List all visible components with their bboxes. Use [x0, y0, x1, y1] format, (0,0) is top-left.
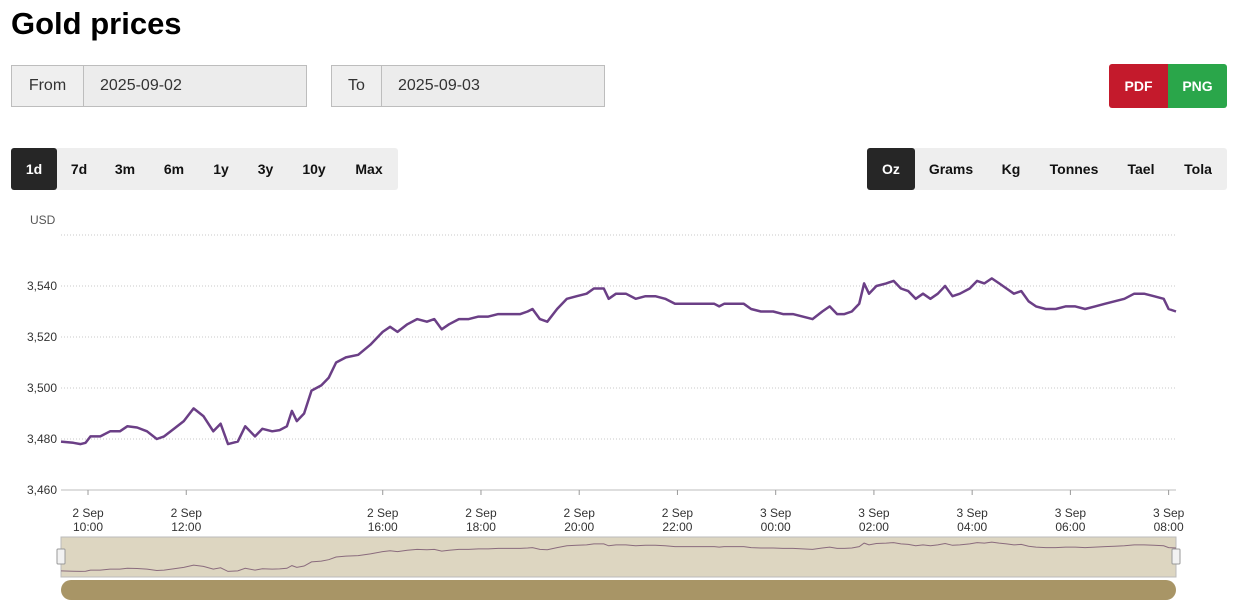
unit-tab-tonnes[interactable]: Tonnes: [1035, 148, 1113, 190]
y-tick-label: 3,540: [27, 279, 57, 293]
unit-tab-grams[interactable]: Grams: [915, 148, 987, 190]
x-tick-date: 3 Sep: [1153, 506, 1185, 520]
x-tick-time: 02:00: [859, 520, 889, 534]
period-tab-10y[interactable]: 10y: [288, 148, 340, 190]
navigator-left-handle[interactable]: [56, 548, 66, 565]
period-tab-6m[interactable]: 6m: [149, 148, 199, 190]
x-tick-time: 16:00: [368, 520, 398, 534]
unit-tab-tael[interactable]: Tael: [1113, 148, 1169, 190]
y-axis: 3,460 3,480 3,500 3,520 3,540: [27, 279, 57, 497]
x-tick-time: 18:00: [466, 520, 496, 534]
period-tab-max[interactable]: Max: [340, 148, 398, 190]
x-tick-time: 22:00: [662, 520, 692, 534]
x-tick-date: 2 Sep: [72, 506, 104, 520]
x-tick-time: 12:00: [171, 520, 201, 534]
x-tick-date: 3 Sep: [858, 506, 890, 520]
to-date-group: To 2025-09-03: [331, 65, 605, 107]
y-tick-label: 3,480: [27, 432, 57, 446]
x-tick-date: 3 Sep: [760, 506, 792, 520]
export-buttons: PDF PNG: [1109, 64, 1227, 108]
chart-grid: [61, 234, 1176, 491]
x-tick-time: 10:00: [73, 520, 103, 534]
from-label: From: [12, 66, 84, 106]
from-date-group: From 2025-09-02: [11, 65, 307, 107]
period-tab-3m[interactable]: 3m: [101, 148, 149, 190]
x-tick-time: 08:00: [1154, 520, 1184, 534]
price-chart: USD 3,4603,4803,5003,5203,540 2 Sep10:00…: [27, 213, 1185, 600]
x-tick-date: 2 Sep: [564, 506, 596, 520]
x-axis: 2 Sep10:002 Sep12:002 Sep16:002 Sep18:00…: [72, 490, 1185, 534]
to-date-input[interactable]: 2025-09-03: [382, 66, 604, 106]
x-tick-date: 2 Sep: [465, 506, 497, 520]
export-pdf-button[interactable]: PDF: [1109, 64, 1168, 108]
period-tab-1y[interactable]: 1y: [199, 148, 243, 190]
to-label: To: [332, 66, 382, 106]
y-tick-label: 3,500: [27, 381, 57, 395]
unit-tab-kg[interactable]: Kg: [987, 148, 1035, 190]
page-title: Gold prices: [11, 6, 182, 41]
x-tick-date: 3 Sep: [1055, 506, 1087, 520]
navigator-right-handle[interactable]: [1171, 548, 1181, 565]
x-tick-time: 06:00: [1055, 520, 1085, 534]
price-series-line: [60, 277, 1177, 446]
period-selector: 1d 7d 3m 6m 1y 3y 10y Max: [11, 148, 398, 190]
period-tab-7d[interactable]: 7d: [57, 148, 101, 190]
unit-tab-oz[interactable]: Oz: [867, 148, 915, 190]
period-tab-3y[interactable]: 3y: [243, 148, 288, 190]
x-tick-date: 2 Sep: [367, 506, 399, 520]
x-tick-date: 2 Sep: [662, 506, 694, 520]
from-date-input[interactable]: 2025-09-02: [84, 66, 306, 106]
unit-tab-tola[interactable]: Tola: [1169, 148, 1227, 190]
unit-selector: Oz Grams Kg Tonnes Tael Tola: [867, 148, 1227, 190]
export-png-button[interactable]: PNG: [1168, 64, 1227, 108]
x-tick-time: 00:00: [761, 520, 791, 534]
x-tick-time: 20:00: [564, 520, 594, 534]
y-tick-label: 3,520: [27, 330, 57, 344]
navigator[interactable]: [56, 536, 1181, 600]
y-tick-label: 3,460: [27, 483, 57, 497]
y-axis-unit-label: USD: [30, 213, 56, 227]
navigator-scrollbar[interactable]: [61, 580, 1176, 600]
period-tab-1d[interactable]: 1d: [11, 148, 57, 190]
x-tick-date: 3 Sep: [956, 506, 988, 520]
x-tick-time: 04:00: [957, 520, 987, 534]
x-tick-date: 2 Sep: [171, 506, 203, 520]
